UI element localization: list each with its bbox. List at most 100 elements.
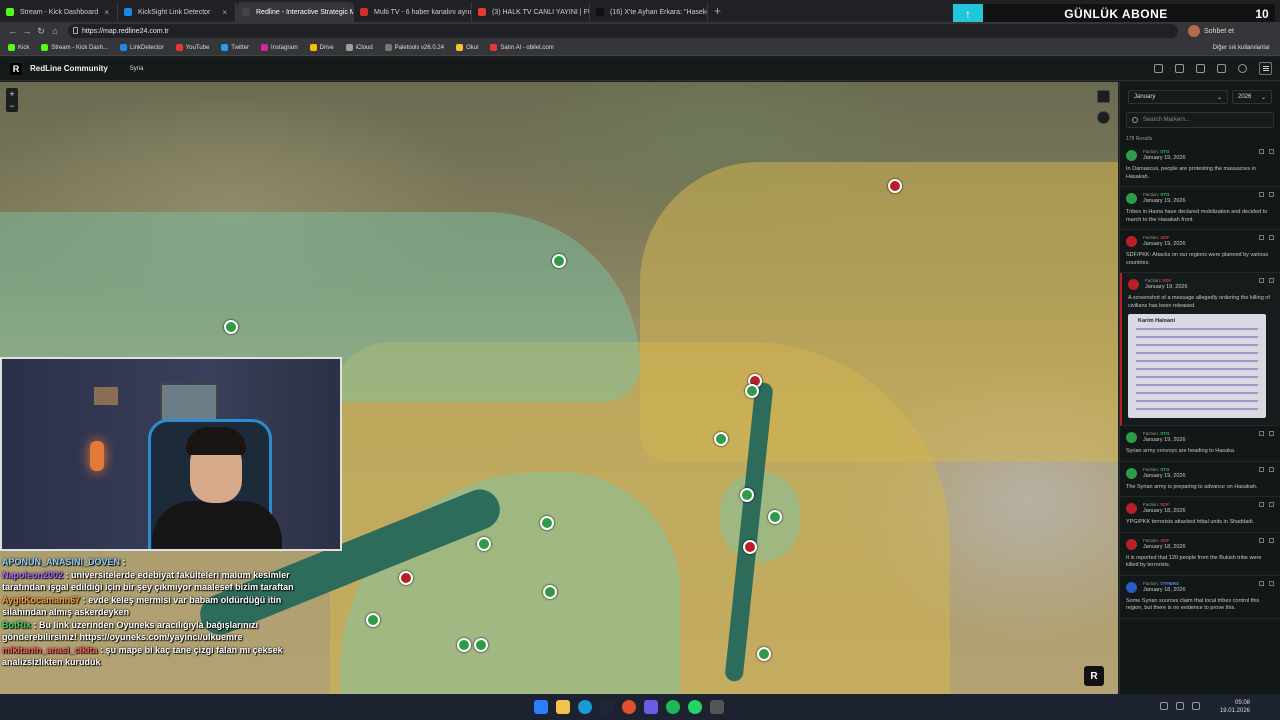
bookmark-item[interactable]: Drive [309,44,334,51]
month-select[interactable]: January ⌄ [1128,90,1228,104]
stg-marker[interactable] [768,510,782,524]
marker-card[interactable]: Faction: OTHERS January 18, 2026 Some Syri… [1120,576,1280,619]
bookmark-item[interactable]: Stream - Kick Dash... [41,44,108,51]
marker-card[interactable]: Faction: SDF January 18, 2026 YPG/PKK terr… [1120,497,1280,533]
home-icon[interactable]: ⌂ [48,26,62,36]
sdf-marker[interactable] [888,179,902,193]
browser-tab[interactable]: Redline - Interactive Strategic Map× [236,2,354,22]
marker-screenshot-image[interactable]: Karim Haloani [1128,314,1266,418]
bookmark-item[interactable]: Paletools v26.0.24 [384,44,444,51]
stg-marker[interactable] [540,516,554,530]
external-link-icon[interactable] [1269,149,1274,154]
bookmark-item[interactable]: Kick [8,44,29,51]
profile-button[interactable]: Sohbet et [1188,25,1234,37]
sdf-marker[interactable] [399,571,413,585]
stg-marker[interactable] [543,585,557,599]
brave-icon[interactable] [622,700,636,714]
discord-icon[interactable] [644,700,658,714]
forward-icon[interactable]: → [20,26,34,36]
external-link-icon[interactable] [1269,278,1274,283]
stg-marker[interactable] [477,537,491,551]
redline-logo[interactable]: R [10,62,22,75]
bookmark-icon[interactable] [1259,431,1264,436]
stg-marker[interactable] [714,432,728,446]
url-input[interactable]: https://map.redline24.com.tr [68,24,1178,38]
browser-tab[interactable]: Stream - Kick Dashboard × [0,2,118,22]
spotify-icon[interactable] [666,700,680,714]
bookmark-icon[interactable] [1259,537,1264,543]
steam-icon[interactable] [600,700,614,714]
chevron-up-icon[interactable] [1160,702,1168,710]
bookmark-icon[interactable] [1259,278,1264,283]
search-icon[interactable] [1238,64,1247,73]
bookmark-item[interactable]: Satın Al - obilet.com [490,44,554,51]
reload-icon[interactable]: ↻ [34,26,48,37]
camera-icon[interactable] [1217,64,1226,73]
bookmark-item[interactable]: Twitter [221,44,249,51]
bookmark-item[interactable]: LinkDetector [120,44,164,51]
draw-icon[interactable] [1154,64,1163,73]
location-icon[interactable] [1175,64,1184,73]
external-link-icon[interactable] [1269,537,1274,543]
stg-marker[interactable] [366,613,380,627]
bookmark-icon[interactable] [1259,466,1264,472]
network-icon[interactable] [1176,702,1184,710]
stg-marker[interactable] [224,320,238,334]
external-link-icon[interactable] [1269,235,1274,240]
back-icon[interactable]: ← [6,26,20,36]
taskbar-clock[interactable]: 05:08 19.01.2026 [1220,699,1250,715]
browser-tab[interactable]: (16) X'te Ayhan Erkara: "Haseke'de...× [590,2,708,22]
bookmark-icon[interactable] [1259,580,1264,586]
bookmark-icon[interactable] [1259,192,1264,197]
marker-card[interactable]: Faction: SDF January 19, 2026 SDF/PKK: Att… [1120,230,1280,273]
external-link-icon[interactable] [1269,502,1274,507]
bookmark-item[interactable]: iCloud [345,44,373,51]
start-icon[interactable] [534,700,548,714]
whatsapp-icon[interactable] [688,700,702,714]
zoom-in-button[interactable]: + [9,89,14,99]
marker-card[interactable]: Faction: SDF January 19, 2026 A screenshot… [1120,273,1280,426]
stg-marker[interactable] [740,488,754,502]
zoom-out-button[interactable]: − [9,101,14,111]
close-icon[interactable]: × [104,8,109,17]
stg-marker[interactable] [552,254,566,268]
stg-marker[interactable] [457,638,471,652]
app-name[interactable]: RedLine Community [30,64,108,73]
marker-card[interactable]: Faction: SDF January 18, 2026 It is report… [1120,533,1280,576]
chat-username[interactable]: mikitanin_anasi_cikita [2,645,98,655]
bookmark-item[interactable]: Okul [456,44,478,51]
marker-card[interactable]: Faction: STG January 19, 2026 Tribes in Ha… [1120,187,1280,230]
bookmark-icon[interactable] [1259,149,1264,154]
menu-icon[interactable] [1259,62,1272,75]
chat-username[interactable]: APONUN_ANASINI_DOVEN [2,557,120,567]
close-icon[interactable]: × [222,8,227,17]
stg-marker[interactable] [757,647,771,661]
marker-card[interactable]: Faction: STG January 19, 2026 The Syrian a… [1120,462,1280,497]
browser-tab[interactable]: KickSight Link Detector × [118,2,236,22]
settings-icon[interactable] [710,700,724,714]
browser-tab[interactable]: (3) HALK TV CANLI YAYINI | FULL HD× [472,2,590,22]
external-link-icon[interactable] [1269,580,1274,586]
bookmark-icon[interactable] [1259,502,1264,507]
marker-card[interactable]: Faction: STG January 19, 2026 In Damascus,… [1120,144,1280,187]
region-selector[interactable]: Syria [130,66,144,72]
edge-icon[interactable] [578,700,592,714]
layers-icon[interactable] [1097,90,1110,103]
marker-search-input[interactable]: Search Markers... [1126,112,1274,128]
year-select[interactable]: 2026 ⌄ [1232,90,1272,104]
browser-tab[interactable]: Multi TV - 6 haber kanalını aynı anda× [354,2,472,22]
bookmark-icon[interactable] [1259,235,1264,240]
other-bookmarks[interactable]: Diğer sık kullanılanlar [1210,45,1270,51]
new-tab-button[interactable]: + [714,4,721,18]
stg-marker[interactable] [745,384,759,398]
external-link-icon[interactable] [1269,431,1274,436]
settings-icon[interactable] [1196,64,1205,73]
bookmark-item[interactable]: Instagram [260,44,298,51]
info-icon[interactable] [1097,111,1110,124]
external-link-icon[interactable] [1269,466,1274,472]
marker-card[interactable]: Faction: STG January 19, 2026 Syrian army … [1120,426,1280,462]
external-link-icon[interactable] [1269,192,1274,197]
chat-username[interactable]: AygitKocamann67 [2,595,80,605]
volume-icon[interactable] [1192,702,1200,710]
chat-username[interactable]: BotRix [2,620,31,630]
